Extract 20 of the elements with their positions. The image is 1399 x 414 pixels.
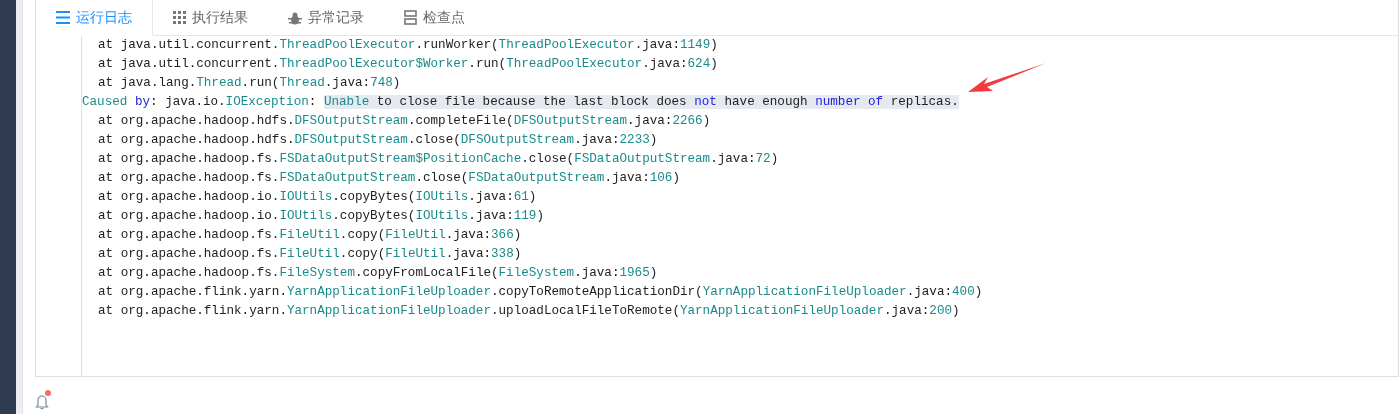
stack-trace-line: at org.apache.hadoop.hdfs.DFSOutputStream.close(DFSOutputStream.java:2233) [97, 132, 658, 149]
stack-trace-line: at org.apache.flink.yarn.YarnApplicationFileUploader.copyToRemoteApplicationDir(YarnApplicationFileUploader.java:400) [97, 284, 983, 301]
storage-icon [404, 10, 417, 25]
bell-icon[interactable] [35, 393, 49, 410]
stack-trace-line: at org.apache.hadoop.fs.FSDataOutputStream$PositionCache.close(FSDataOutputStream.java:72) [97, 151, 779, 168]
stack-trace-line: at org.apache.flink.yarn.YarnApplicationFileUploader.uploadLocalFileToRemote(YarnApplicationFileUploader.java:200) [97, 303, 960, 320]
stack-trace-line: at org.apache.hadoop.fs.FileUtil.copy(FileUtil.java:338) [97, 246, 522, 263]
stack-trace-line: at java.lang.Thread.run(Thread.java:748) [97, 75, 401, 92]
stack-trace-line: at org.apache.hadoop.fs.FileSystem.copyFromLocalFile(FileSystem.java:1965) [97, 265, 658, 282]
stack-trace-line: at org.apache.hadoop.io.IOUtils.copyBytes(IOUtils.java:61) [97, 189, 537, 206]
stack-trace-line: at org.apache.hadoop.io.IOUtils.copyBytes(IOUtils.java:119) [97, 208, 544, 225]
stack-trace-line: at java.util.concurrent.ThreadPoolExecutor$Worker.run(ThreadPoolExecutor.java:624) [97, 56, 718, 73]
bug-icon [288, 10, 302, 25]
stack-trace-line: at org.apache.hadoop.fs.FileUtil.copy(FileUtil.java:366) [97, 227, 522, 244]
stack-trace-line: at org.apache.hadoop.fs.FSDataOutputStream.close(FSDataOutputStream.java:106) [97, 170, 680, 187]
exception-cause-line: Caused by: java.io.IOException: Unable to close file because the last block does not have enough number of replicas. [82, 94, 959, 111]
menu-icon [56, 11, 70, 24]
stack-trace-line: at java.util.concurrent.ThreadPoolExecutor.runWorker(ThreadPoolExecutor.java:1149) [97, 37, 718, 54]
grid-icon [173, 11, 186, 24]
stack-trace-line: at org.apache.hadoop.hdfs.DFSOutputStream.completeFile(DFSOutputStream.java:2266) [97, 113, 711, 130]
